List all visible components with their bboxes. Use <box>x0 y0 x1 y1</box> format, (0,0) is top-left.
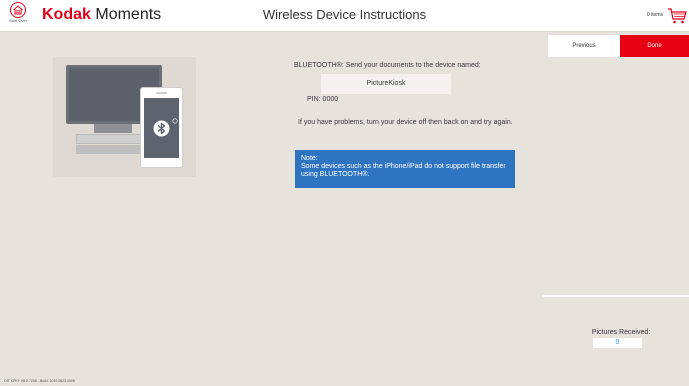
cart-count: 0 items <box>646 12 663 18</box>
device-name-field: PictureKiosk <box>321 74 451 94</box>
phone-speaker <box>156 92 167 94</box>
phone-illustration <box>140 87 183 168</box>
done-button[interactable]: Done <box>620 35 689 57</box>
keyboard-illustration <box>76 134 148 144</box>
version-text: OIT KPK+ V8.0.7296 - Build: 2019.0623.00… <box>4 379 75 383</box>
bluetooth-instruction: BLUETOOTH®: Send your documents to the d… <box>294 62 481 69</box>
registered-mark-icon <box>172 118 178 124</box>
previous-button[interactable]: Previous <box>548 35 620 57</box>
pictures-received-label: Pictures Received: <box>591 329 651 336</box>
header-bar: Start Over Kodak Moments Wireless Device… <box>0 0 689 32</box>
divider <box>543 295 689 297</box>
phone-screen <box>144 98 179 158</box>
note-heading: Note: <box>301 155 318 162</box>
monitor-stand <box>94 124 132 133</box>
page-title: Wireless Device Instructions <box>262 7 427 22</box>
troubleshoot-text: If you have problems, turn your device o… <box>298 119 513 126</box>
device-illustration <box>53 57 196 177</box>
note-text: Some devices such as the iPhone/iPad do … <box>301 163 506 178</box>
cart-icon <box>668 8 687 24</box>
note-box: Note: Some devices such as the iPhone/iP… <box>295 150 515 188</box>
monitor-base <box>76 145 146 154</box>
bluetooth-icon <box>153 120 170 137</box>
pin-text: PIN: 0000 <box>307 96 339 103</box>
pictures-received-count: 0 <box>593 338 642 348</box>
